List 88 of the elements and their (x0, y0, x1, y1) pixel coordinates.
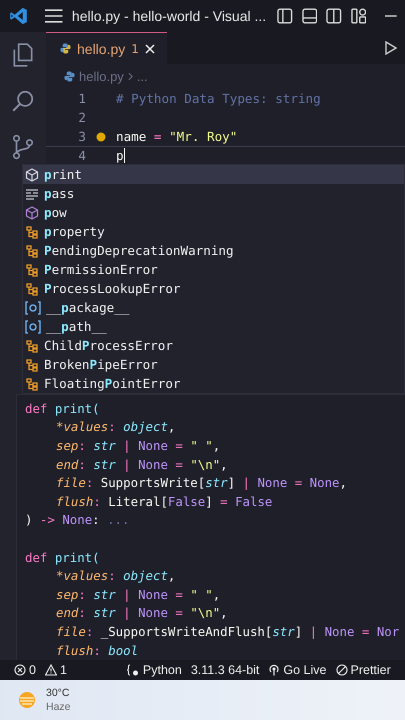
suggestion-item[interactable]: ProcessLookupError (23, 279, 404, 298)
suggestion-item[interactable]: __package__ (23, 298, 404, 317)
code-text: def print( (25, 400, 100, 416)
code-text: *values: object, (55, 419, 176, 434)
window-title: hello.py - hello-world - Visual ... (72, 8, 266, 24)
class-icon (25, 224, 39, 238)
suggestion-item[interactable]: print (23, 165, 404, 184)
source-control-icon[interactable] (10, 134, 36, 160)
broadcast-icon (268, 664, 280, 676)
suggestion-item[interactable]: pow (23, 203, 404, 222)
line-number: 3 (77, 129, 86, 144)
error-icon (14, 664, 26, 676)
close-icon[interactable] (144, 44, 155, 54)
python-file-icon (64, 70, 75, 82)
variable-icon (25, 320, 41, 334)
split-layout-icon[interactable] (326, 8, 342, 24)
suggestion-label: ChildProcessError (44, 338, 173, 353)
prettier-status[interactable]: Prettier (336, 663, 391, 677)
code-text: def print( (25, 550, 100, 565)
suggestion-item[interactable]: PendingDeprecationWarning (23, 241, 404, 260)
panel-layout-icon[interactable] (302, 8, 318, 24)
interpreter-version[interactable]: 3.11.3 64-bit (190, 663, 260, 677)
code-text: # Python Data Types: string (116, 91, 321, 106)
python-file-icon (60, 43, 71, 54)
code-text: sep: str | None = " ", (55, 438, 220, 453)
suggestion-label: BrokenPipeError (44, 357, 158, 372)
warnings-status[interactable]: 1 (44, 663, 67, 677)
line-number: 1 (77, 91, 86, 106)
suggestion-label: pow (44, 205, 67, 220)
class-icon (25, 262, 39, 276)
menu-icon[interactable] (45, 9, 63, 23)
no-entry-icon (336, 664, 348, 676)
suggestion-label: __package__ (46, 300, 130, 315)
go-live-button[interactable]: Go Live (268, 663, 326, 677)
class-icon (25, 338, 39, 352)
suggestion-label: PermissionError (44, 262, 158, 277)
code-text: flush: Literal[False] = False (55, 494, 272, 509)
line-number: 4 (77, 148, 86, 163)
code-text: p (116, 148, 124, 163)
class-icon (25, 376, 39, 390)
chevron-right-icon (128, 72, 133, 80)
weather-condition: Haze (46, 700, 71, 714)
lightbulb-icon[interactable] (96, 132, 106, 142)
editor-tab[interactable]: hello.py 1 (46, 32, 167, 64)
code-text: name = "Mr. Roy" (116, 129, 238, 144)
cube-icon (25, 206, 39, 220)
suggestion-item[interactable]: PermissionError (23, 260, 404, 279)
code-text: ) -> None: ... (25, 512, 130, 528)
cube-icon (25, 168, 39, 182)
problem-count: 1 (131, 42, 139, 56)
suggestion-label: __path__ (46, 319, 107, 334)
suggestion-item[interactable]: FloatingPointError (23, 374, 404, 393)
code-text: end: str | None = "\n", (55, 605, 228, 620)
code-text: file: _SupportsWriteAndFlush[str] | None = Nor (55, 624, 400, 639)
suggestion-item[interactable]: BrokenPipeError (23, 355, 404, 374)
class-icon (25, 358, 39, 372)
code-text: flush: bool (55, 642, 138, 658)
suggestion-item[interactable]: ChildProcessError (23, 336, 404, 355)
suggestion-label: pass (44, 186, 74, 201)
code-text: file: SupportsWrite[str] | None = None, (55, 475, 347, 490)
suggestion-label: FloatingPointError (44, 376, 181, 391)
minimize-icon[interactable] (385, 15, 398, 17)
suggestion-label: property (44, 224, 105, 239)
suggestion-label: PendingDeprecationWarning (44, 243, 234, 258)
run-icon[interactable] (385, 41, 397, 55)
suggestion-label: print (44, 167, 82, 182)
vscode-logo-icon[interactable] (9, 6, 28, 26)
suggestion-item[interactable]: __path__ (23, 317, 404, 336)
temperature-text: 30°C (46, 686, 70, 700)
customize-layout-icon[interactable] (350, 8, 366, 24)
warning-icon (44, 664, 57, 676)
variable-icon (25, 300, 41, 314)
line-number: 2 (77, 110, 86, 125)
tab-label: hello.py (77, 40, 126, 56)
class-icon (25, 244, 39, 258)
code-text: sep: str | None = " ", (55, 586, 220, 602)
suggestion-label: ProcessLookupError (44, 281, 180, 296)
search-icon[interactable] (10, 88, 36, 114)
language-status[interactable]: Python (126, 663, 182, 677)
suggestion-item[interactable]: pass (23, 184, 404, 203)
keyword-icon (25, 186, 39, 200)
errors-status[interactable]: 0 (14, 663, 36, 677)
braces-icon (126, 664, 140, 676)
class-icon (25, 282, 39, 296)
suggestion-item[interactable]: property (23, 222, 404, 241)
code-text: end: str | None = "\n", (55, 456, 228, 472)
sidebar-layout-icon[interactable] (277, 8, 293, 24)
code-text: *values: object, (55, 568, 176, 584)
